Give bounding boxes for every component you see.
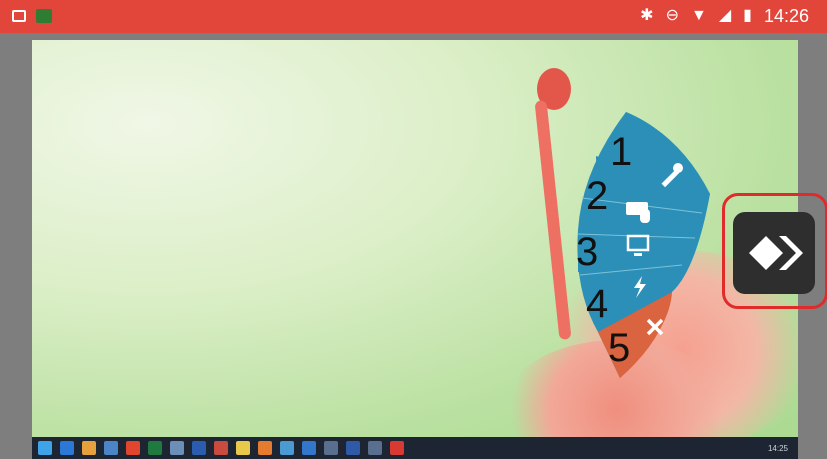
firefox-icon[interactable] — [258, 441, 272, 455]
word-icon[interactable] — [346, 441, 360, 455]
app-icon[interactable] — [170, 441, 184, 455]
app-icon[interactable] — [214, 441, 228, 455]
side-menu-handle[interactable] — [733, 212, 815, 294]
signal-icon: ◢ — [718, 7, 732, 24]
excel-icon[interactable] — [148, 441, 162, 455]
ie-icon[interactable] — [60, 441, 74, 455]
app-icon[interactable] — [192, 441, 206, 455]
menu-number-1: 1 — [610, 130, 633, 174]
windows-taskbar: 14:25 — [32, 437, 798, 459]
app-icon[interactable] — [302, 441, 316, 455]
status-time: 14:26 — [763, 6, 809, 26]
flower-stamen — [534, 100, 572, 340]
menu-number-5: 5 — [608, 326, 631, 370]
wifi-icon: ▼ — [690, 7, 707, 24]
taskbar-clock: 14:25 — [767, 443, 788, 453]
anydesk-logo-icon — [749, 236, 803, 270]
menu-number-4: 4 — [586, 282, 609, 326]
do-not-disturb-icon: ⊖ — [665, 7, 679, 24]
app-icon[interactable] — [324, 441, 338, 455]
app-icon[interactable] — [280, 441, 294, 455]
battery-icon: ▮ — [743, 7, 752, 24]
status-bar: ✱ ⊖ ▼ ◢ ▮ 14:26 — [0, 0, 827, 33]
windows-start-icon[interactable] — [38, 441, 52, 455]
folder-icon[interactable] — [236, 441, 250, 455]
app-icon — [36, 9, 52, 23]
chrome-icon[interactable] — [126, 441, 140, 455]
app-icon[interactable] — [82, 441, 96, 455]
app-icon[interactable] — [104, 441, 118, 455]
anydesk-icon[interactable] — [390, 441, 404, 455]
image-icon — [12, 10, 26, 22]
app-icon[interactable] — [368, 441, 382, 455]
menu-number-3: 3 — [576, 230, 599, 274]
menu-number-2: 2 — [586, 174, 609, 218]
bluetooth-icon: ✱ — [640, 7, 654, 24]
